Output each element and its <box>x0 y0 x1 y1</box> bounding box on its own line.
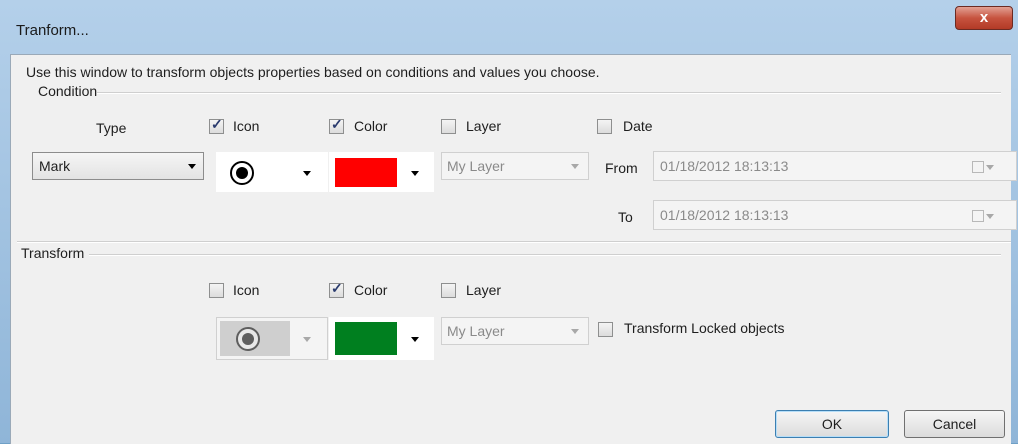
condition-layer-dropdown[interactable]: My Layer <box>441 152 589 180</box>
chevron-down-icon <box>986 165 994 170</box>
transform-color-picker[interactable] <box>329 317 434 360</box>
calendar-icon <box>972 210 984 222</box>
transform-group-label: Transform <box>21 245 85 261</box>
transform-separator <box>89 254 1001 256</box>
window-title: Tranform... <box>16 22 89 39</box>
condition-color-label: Color <box>354 118 388 134</box>
transform-color-swatch <box>335 322 397 355</box>
ok-button[interactable]: OK <box>775 410 889 438</box>
condition-date-checkbox[interactable] <box>597 119 612 134</box>
condition-icon-label: Icon <box>233 118 260 134</box>
chevron-down-icon <box>303 337 311 342</box>
group-divider <box>17 241 1011 243</box>
condition-separator <box>97 92 1001 94</box>
type-label: Type <box>96 120 127 136</box>
condition-color-checkbox[interactable]: ✓ <box>329 116 344 134</box>
transform-layer-dropdown[interactable]: My Layer <box>441 317 589 345</box>
chevron-down-icon <box>411 171 419 176</box>
transform-layer-label: Layer <box>466 282 502 298</box>
close-icon: x <box>979 9 989 26</box>
chevron-down-icon <box>303 171 311 176</box>
chevron-down-icon <box>188 164 196 169</box>
from-date-picker[interactable]: 01/18/2012 18:13:13 <box>653 151 1017 181</box>
check-mark-icon: ✓ <box>331 116 343 132</box>
cancel-button[interactable]: Cancel <box>904 410 1005 438</box>
calendar-icon <box>972 161 984 173</box>
transform-color-label: Color <box>354 282 388 298</box>
type-dropdown[interactable]: Mark <box>32 152 204 180</box>
title-bar[interactable]: Tranform... x <box>0 0 1018 50</box>
chevron-down-icon <box>571 164 579 169</box>
condition-icon-picker[interactable] <box>216 152 328 192</box>
transform-locked-checkbox[interactable] <box>598 322 613 337</box>
transform-icon-label: Icon <box>233 282 260 298</box>
check-mark-icon: ✓ <box>211 116 223 132</box>
check-mark-icon: ✓ <box>331 280 343 296</box>
transform-layer-value: My Layer <box>447 323 505 339</box>
transform-color-checkbox[interactable]: ✓ <box>329 280 344 298</box>
condition-layer-checkbox[interactable] <box>441 119 456 134</box>
chevron-down-icon <box>411 337 419 342</box>
condition-color-swatch <box>335 158 397 187</box>
condition-layer-label: Layer <box>466 118 502 134</box>
chevron-down-icon <box>986 214 994 219</box>
transform-locked-label: Transform Locked objects <box>624 320 785 336</box>
to-date-value: 01/18/2012 18:13:13 <box>660 207 789 223</box>
to-date-picker[interactable]: 01/18/2012 18:13:13 <box>653 200 1017 230</box>
condition-group-label: Condition <box>38 83 98 99</box>
description-text: Use this window to transform objects pro… <box>26 64 600 80</box>
to-label: To <box>618 209 633 225</box>
dialog-window: Tranform... x Use this window to transfo… <box>0 0 1018 444</box>
transform-icon-picker[interactable] <box>216 317 328 360</box>
chevron-down-icon <box>571 329 579 334</box>
type-value: Mark <box>39 158 71 174</box>
mark-icon <box>230 161 254 185</box>
condition-date-label: Date <box>623 118 653 134</box>
condition-icon-checkbox[interactable]: ✓ <box>209 116 224 134</box>
dialog-body: Use this window to transform objects pro… <box>10 54 1017 444</box>
condition-color-picker[interactable] <box>329 152 434 192</box>
transform-layer-checkbox[interactable] <box>441 283 456 298</box>
mark-icon <box>236 327 260 351</box>
from-date-value: 01/18/2012 18:13:13 <box>660 158 789 174</box>
condition-layer-value: My Layer <box>447 158 505 174</box>
close-button[interactable]: x <box>955 6 1013 30</box>
from-label: From <box>605 160 638 176</box>
transform-icon-checkbox[interactable] <box>209 283 224 298</box>
